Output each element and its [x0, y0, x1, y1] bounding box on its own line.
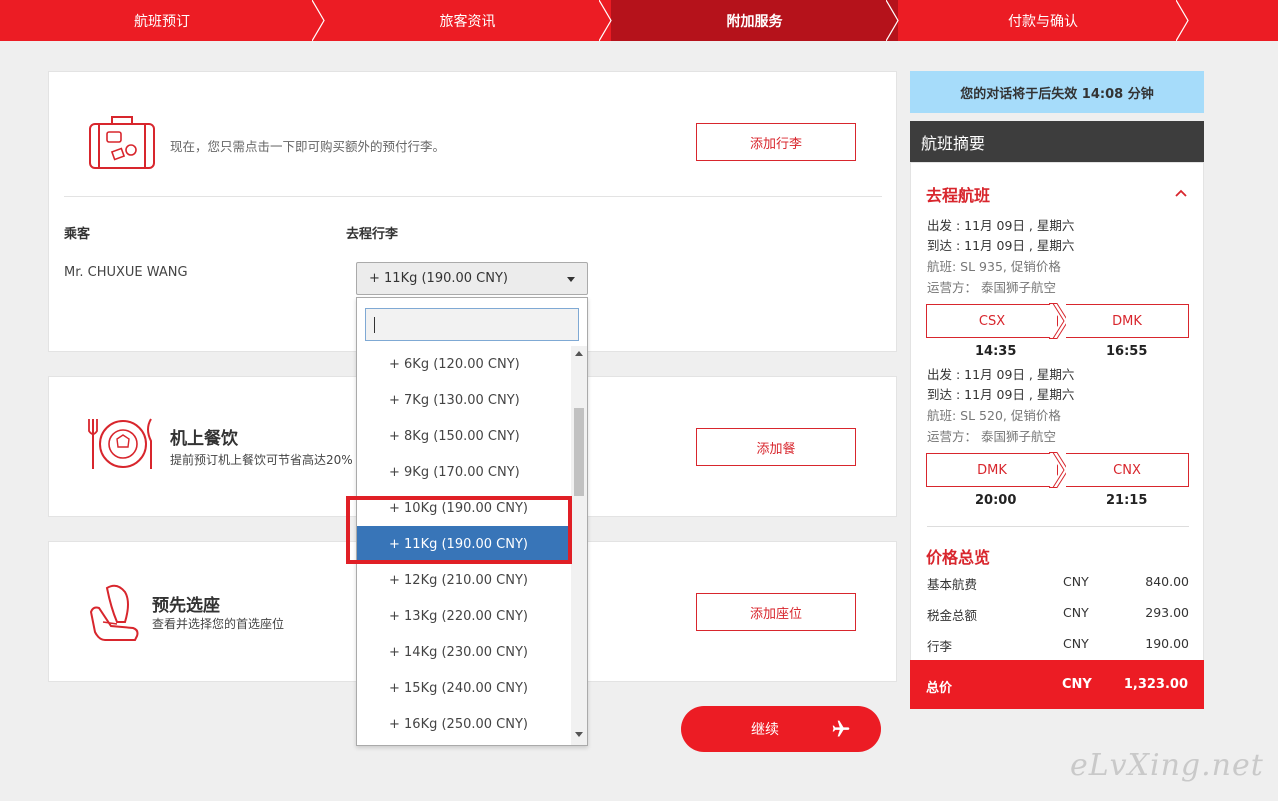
baggage-option[interactable]: + 14Kg (230.00 CNY)	[357, 634, 569, 670]
flight-2-destination: CNX	[1066, 453, 1189, 487]
price-overview-title: 价格总览	[926, 548, 991, 567]
add-baggage-button[interactable]: 添加行李	[696, 123, 856, 161]
price-label: 行李	[927, 639, 953, 654]
flight-2-number: 航班: SL 520, 促销价格	[927, 408, 1061, 423]
passenger-column-header: 乘客	[64, 227, 91, 242]
step-payment-confirm[interactable]: 付款与确认	[898, 0, 1189, 41]
price-row-base-fare: 基本航费 CNY 840.00	[927, 574, 1189, 593]
flight-1-operator: 运营方： 泰国狮子航空	[927, 280, 1056, 295]
flight-2-arrive: 到达 : 11月 09日 , 星期六	[927, 387, 1075, 402]
price-amount: 190.00	[1145, 636, 1189, 651]
flight-1-destination: DMK	[1066, 304, 1189, 338]
baggage-option-selected[interactable]: + 11Kg (190.00 CNY)	[357, 526, 569, 562]
baggage-option[interactable]: + 13Kg (220.00 CNY)	[357, 598, 569, 634]
baggage-option[interactable]: + 12Kg (210.00 CNY)	[357, 562, 569, 598]
step-label: 旅客资讯	[439, 13, 496, 30]
flight-2-arrival-time: 21:15	[1106, 493, 1148, 508]
outbound-baggage-select[interactable]: + 11Kg (190.00 CNY)	[356, 262, 588, 295]
price-row-taxes: 税金总额 CNY 293.00	[927, 605, 1189, 624]
flight-2-operator: 运营方： 泰国狮子航空	[927, 429, 1056, 444]
outbound-flight-title: 去程航班	[926, 186, 991, 205]
seat-title: 预先选座	[152, 596, 220, 616]
outbound-baggage-header: 去程行李	[346, 227, 399, 242]
baggage-option[interactable]: + 9Kg (170.00 CNY)	[357, 454, 569, 490]
flight-summary-heading: 航班摘要	[910, 121, 1204, 162]
passenger-name: Mr. CHUXUE WANG	[64, 265, 188, 280]
total-currency: CNY	[1062, 677, 1092, 692]
baggage-option[interactable]: + 15Kg (240.00 CNY)	[357, 670, 569, 706]
add-seat-button[interactable]: 添加座位	[696, 593, 856, 631]
baggage-option[interactable]: + 10Kg (190.00 CNY)	[357, 490, 569, 526]
text-cursor	[374, 317, 375, 333]
price-label: 基本航费	[927, 577, 978, 592]
divider	[927, 526, 1189, 527]
meal-title: 机上餐饮	[170, 429, 238, 449]
flight-1-arrive: 到达 : 11月 09日 , 星期六	[927, 238, 1075, 253]
flight-1-departure-time: 14:35	[975, 344, 1017, 359]
price-row-baggage: 行李 CNY 190.00	[927, 636, 1189, 655]
chevron-up-icon[interactable]	[1175, 189, 1187, 197]
seat-subtitle: 查看并选择您的首选座位	[152, 617, 285, 631]
continue-button[interactable]: 继续	[681, 706, 881, 752]
step-flight-booking[interactable]: 航班预订	[0, 0, 325, 41]
seat-icon	[89, 584, 139, 641]
add-meal-button[interactable]: 添加餐	[696, 428, 856, 466]
baggage-option[interactable]: + 16Kg (250.00 CNY)	[357, 706, 569, 742]
meal-icon	[88, 418, 152, 469]
dropdown-search-input[interactable]	[365, 308, 579, 341]
flight-summary-panel: 去程航班 出发 : 11月 09日 , 星期六 到达 : 11月 09日 , 星…	[910, 162, 1204, 709]
baggage-dropdown: + 6Kg (120.00 CNY) + 7Kg (130.00 CNY) + 8K…	[356, 297, 588, 746]
flight-1-origin: CSX	[926, 304, 1058, 338]
step-passenger-info[interactable]: 旅客资讯	[324, 0, 612, 41]
price-currency: CNY	[1063, 574, 1089, 589]
flight-1-number: 航班: SL 935, 促销价格	[927, 259, 1061, 274]
selected-baggage-value: + 11Kg (190.00 CNY)	[369, 271, 508, 286]
price-currency: CNY	[1063, 636, 1089, 651]
step-separator-icon	[1176, 0, 1189, 41]
baggage-description: 现在，您只需点击一下即可购买额外的预付行李。	[170, 139, 446, 154]
step-label: 付款与确认	[1008, 13, 1078, 30]
chevron-down-icon	[567, 277, 575, 282]
baggage-option[interactable]: + 6Kg (120.00 CNY)	[357, 346, 569, 382]
continue-label: 继续	[751, 722, 779, 738]
airplane-icon	[832, 720, 850, 737]
session-timer: 您的对话将于后失效 14:08 分钟	[910, 71, 1204, 113]
step-separator-icon	[599, 0, 612, 41]
watermark: eLvXing.net	[1070, 748, 1264, 783]
flight-2-depart: 出发 : 11月 09日 , 星期六	[927, 367, 1075, 382]
meal-subtitle: 提前预订机上餐饮可节省高达20%	[170, 453, 353, 467]
total-price-bar: 总价 CNY 1,323.00	[910, 660, 1204, 709]
price-label: 税金总额	[927, 608, 978, 623]
step-extra-services[interactable]: 附加服务	[611, 0, 899, 41]
price-amount: 293.00	[1145, 605, 1189, 620]
baggage-option[interactable]: + 7Kg (130.00 CNY)	[357, 382, 569, 418]
scroll-down-icon[interactable]	[575, 732, 583, 737]
step-label: 航班预订	[134, 13, 190, 30]
total-label: 总价	[926, 681, 953, 696]
total-amount: 1,323.00	[1123, 677, 1188, 692]
dropdown-scrollbar[interactable]	[571, 346, 587, 745]
step-separator-icon	[886, 0, 899, 41]
flight-1-arrival-time: 16:55	[1106, 344, 1148, 359]
step-label: 附加服务	[726, 13, 783, 30]
suitcase-icon	[89, 116, 155, 169]
price-currency: CNY	[1063, 605, 1089, 620]
progress-steps: 航班预订 旅客资讯 附加服务 付款与确认	[0, 0, 1278, 41]
step-separator-icon	[312, 0, 325, 41]
flight-2-origin: DMK	[926, 453, 1058, 487]
scroll-up-icon[interactable]	[575, 351, 583, 356]
flight-2-departure-time: 20:00	[975, 493, 1017, 508]
scrollbar-thumb[interactable]	[574, 408, 584, 496]
flight-1-depart: 出发 : 11月 09日 , 星期六	[927, 218, 1075, 233]
baggage-option[interactable]: + 8Kg (150.00 CNY)	[357, 418, 569, 454]
price-amount: 840.00	[1145, 574, 1189, 589]
divider	[64, 196, 882, 197]
